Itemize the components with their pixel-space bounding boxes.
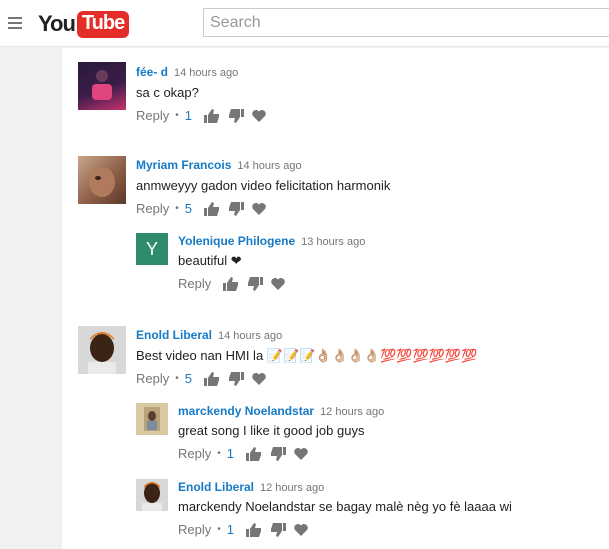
heart-icon[interactable]	[294, 447, 308, 460]
left-gutter	[0, 48, 62, 549]
reply-button[interactable]: Reply	[136, 108, 169, 123]
thumbs-down-icon[interactable]	[247, 276, 264, 291]
comment-text: Best video nan HMI la 📝📝📝👌🏼👌🏼👌🏼👌🏼💯💯💯💯💯💯	[136, 348, 478, 363]
thumbs-down-icon[interactable]	[228, 108, 244, 123]
comment-text: beautiful ❤	[178, 253, 242, 268]
comment-author[interactable]: Yolenique Philogene 13 hours ago	[178, 234, 365, 248]
reply-button[interactable]: Reply	[178, 276, 211, 291]
heart-icon[interactable]	[252, 372, 266, 385]
avatar[interactable]	[78, 326, 126, 374]
thumbs-up-icon[interactable]	[246, 446, 262, 461]
avatar-image	[92, 70, 112, 100]
reply-button[interactable]: Reply	[136, 371, 169, 386]
search-input[interactable]: Search	[203, 8, 609, 37]
like-count: 1	[184, 108, 192, 123]
comment-author[interactable]: Enold Liberal 14 hours ago	[136, 328, 282, 342]
author-name[interactable]: Enold Liberal	[136, 328, 212, 342]
like-count: 5	[184, 371, 192, 386]
like-count: 5	[184, 201, 192, 216]
menu-icon[interactable]	[8, 17, 22, 29]
reply-button[interactable]: Reply	[136, 201, 169, 216]
comment-thread: fée- d 14 hours ago sa c okap? Reply • 1	[78, 62, 598, 142]
comment-author[interactable]: Myriam Francois 14 hours ago	[136, 158, 302, 172]
logo-tube-text: Tube	[76, 10, 130, 38]
reply-comment: marckendy Noelandstar 12 hours ago great …	[136, 403, 596, 463]
youtube-logo[interactable]: You Tube	[38, 9, 130, 39]
author-name[interactable]: fée- d	[136, 65, 168, 79]
comment-time[interactable]: 14 hours ago	[218, 330, 282, 342]
separator-dot: •	[217, 524, 221, 535]
author-name[interactable]: marckendy Noelandstar	[178, 404, 314, 418]
comments-section: fée- d 14 hours ago sa c okap? Reply • 1 …	[62, 48, 609, 549]
avatar-image	[89, 167, 115, 197]
thumbs-down-icon[interactable]	[270, 446, 286, 461]
thumbs-down-icon[interactable]	[270, 522, 286, 537]
thumbs-up-icon[interactable]	[204, 201, 220, 216]
avatar[interactable]	[136, 403, 168, 435]
thumbs-up-icon[interactable]	[204, 371, 220, 386]
comment-thread: Myriam Francois 14 hours ago anmweyyy gad…	[78, 156, 598, 226]
author-name[interactable]: Enold Liberal	[178, 480, 254, 494]
like-count: 1	[226, 446, 234, 461]
reply-button[interactable]: Reply	[178, 522, 211, 537]
masthead: You Tube Search	[0, 0, 609, 47]
thumbs-up-icon[interactable]	[204, 108, 220, 123]
avatar-image	[88, 332, 116, 374]
comment-text: marckendy Noelandstar se bagay malè nèg …	[178, 499, 512, 514]
separator-dot: •	[175, 110, 179, 121]
separator-dot: •	[217, 448, 221, 459]
like-count: 1	[226, 522, 234, 537]
comment-time[interactable]: 14 hours ago	[237, 160, 301, 172]
comment-time[interactable]: 12 hours ago	[320, 406, 384, 418]
comment-time[interactable]: 14 hours ago	[174, 67, 238, 79]
avatar[interactable]: Y	[136, 233, 168, 265]
heart-icon[interactable]	[252, 109, 266, 122]
comment-actions: Reply	[178, 276, 293, 291]
separator-dot: •	[175, 373, 179, 384]
separator-dot: •	[175, 203, 179, 214]
heart-icon[interactable]	[252, 202, 266, 215]
comment-actions: Reply • 1	[136, 108, 274, 123]
reply-button[interactable]: Reply	[178, 446, 211, 461]
reply-comment: Enold Liberal 12 hours ago marckendy Noel…	[136, 479, 596, 539]
comment-time[interactable]: 12 hours ago	[260, 482, 324, 494]
comment-author[interactable]: marckendy Noelandstar 12 hours ago	[178, 404, 384, 418]
avatar[interactable]	[78, 62, 126, 110]
author-name[interactable]: Myriam Francois	[136, 158, 231, 172]
logo-you-text: You	[38, 11, 76, 36]
comment-text: sa c okap?	[136, 85, 199, 100]
comment-text: great song I like it good job guys	[178, 423, 365, 438]
thumbs-down-icon[interactable]	[228, 201, 244, 216]
comment-text: anmweyyy gadon video felicitation harmon…	[136, 178, 391, 193]
comment-actions: Reply • 1	[178, 446, 316, 461]
avatar[interactable]	[136, 479, 168, 511]
thumbs-up-icon[interactable]	[246, 522, 262, 537]
thumbs-up-icon[interactable]	[223, 276, 239, 291]
comment-author[interactable]: fée- d 14 hours ago	[136, 65, 238, 79]
heart-icon[interactable]	[294, 523, 308, 536]
comment-thread: Enold Liberal 14 hours ago Best video nan…	[78, 326, 598, 396]
reply-comment: Y Yolenique Philogene 13 hours ago beauti…	[136, 233, 596, 293]
comment-author[interactable]: Enold Liberal 12 hours ago	[178, 480, 324, 494]
avatar-image	[144, 407, 160, 431]
avatar-image	[142, 482, 162, 511]
comment-actions: Reply • 1	[178, 522, 316, 537]
thumbs-down-icon[interactable]	[228, 371, 244, 386]
comment-actions: Reply • 5	[136, 371, 274, 386]
comment-actions: Reply • 5	[136, 201, 274, 216]
avatar[interactable]	[78, 156, 126, 204]
author-name[interactable]: Yolenique Philogene	[178, 234, 295, 248]
heart-icon[interactable]	[271, 277, 285, 290]
comment-time[interactable]: 13 hours ago	[301, 236, 365, 248]
